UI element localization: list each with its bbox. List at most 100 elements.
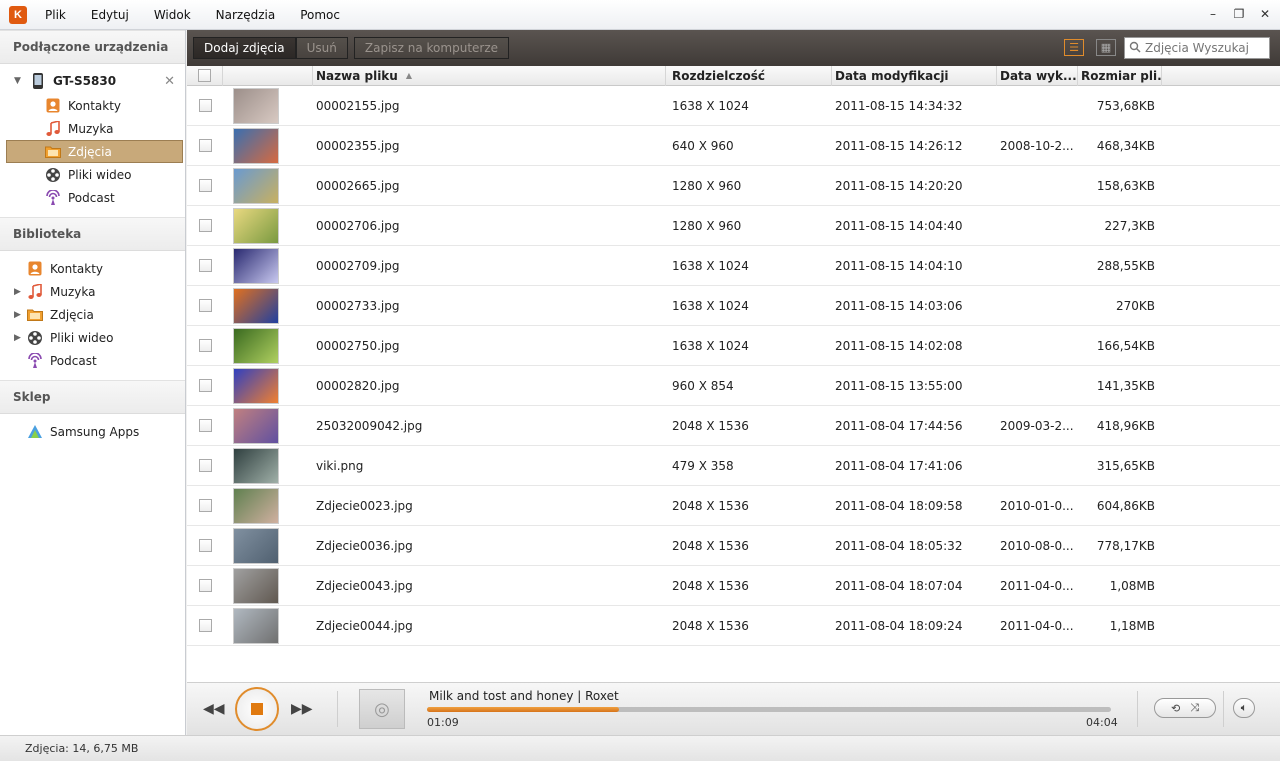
chevron-right-icon[interactable]: ▶ <box>14 333 21 343</box>
photo-thumbnail[interactable] <box>233 167 279 204</box>
column-header-filename[interactable]: Nazwa pliku ▲ <box>313 65 666 86</box>
row-checkbox[interactable] <box>198 99 212 112</box>
column-header-size[interactable]: Rozmiar pli... <box>1078 65 1162 86</box>
photo-thumbnail[interactable] <box>233 247 279 284</box>
music-icon <box>45 120 61 137</box>
chevron-right-icon[interactable]: ▶ <box>14 310 21 320</box>
device-item-2[interactable]: Zdjęcia <box>6 140 183 163</box>
row-checkbox[interactable] <box>198 459 212 472</box>
column-header-taken[interactable]: Data wyk... <box>997 65 1078 86</box>
library-item-0[interactable]: Kontakty <box>0 257 185 280</box>
photo-thumbnail[interactable] <box>233 327 279 364</box>
row-checkbox[interactable] <box>198 299 212 312</box>
resolution-cell: 1638 X 1024 <box>672 98 749 113</box>
add-photos-button[interactable]: Dodaj zdjęcia <box>193 37 296 59</box>
taken-cell <box>997 286 1078 326</box>
table-row[interactable]: 00002709.jpg 1638 X 1024 2011-08-15 14:04:… <box>187 246 1280 286</box>
row-checkbox[interactable] <box>198 539 212 552</box>
volume-icon[interactable]: 🔈︎ <box>1233 698 1255 718</box>
table-header: Nazwa pliku ▲ Rozdzielczość Data modyfik… <box>187 65 1280 86</box>
row-checkbox[interactable] <box>198 619 212 632</box>
photo-thumbnail[interactable] <box>233 127 279 164</box>
table-row[interactable]: 00002820.jpg 960 X 854 2011-08-15 13:55:00… <box>187 366 1280 406</box>
photo-thumbnail[interactable] <box>233 487 279 524</box>
row-checkbox[interactable] <box>198 339 212 352</box>
row-checkbox[interactable] <box>198 259 212 272</box>
stop-button[interactable] <box>235 687 279 731</box>
search-input[interactable] <box>1145 41 1265 55</box>
table-row[interactable]: 00002733.jpg 1638 X 1024 2011-08-15 14:03:… <box>187 286 1280 326</box>
podcast-icon <box>45 189 61 206</box>
table-row[interactable]: 00002750.jpg 1638 X 1024 2011-08-15 14:02:… <box>187 326 1280 366</box>
photo-thumbnail[interactable] <box>233 447 279 484</box>
menu-item-3[interactable]: Narzędzia <box>216 8 295 22</box>
disconnect-close-icon[interactable]: ✕ <box>164 74 175 89</box>
menu-item-2[interactable]: Widok <box>154 8 210 22</box>
row-checkbox[interactable] <box>198 379 212 392</box>
photo-thumbnail[interactable] <box>233 87 279 124</box>
device-item-4[interactable]: Podcast <box>0 186 185 209</box>
photo-thumbnail[interactable] <box>233 287 279 324</box>
table-row[interactable]: 00002155.jpg 1638 X 1024 2011-08-15 14:34:… <box>187 86 1280 126</box>
save-to-computer-button[interactable]: Zapisz na komputerze <box>353 37 510 59</box>
chevron-down-icon[interactable]: ▼ <box>14 76 21 86</box>
photo-thumbnail[interactable] <box>233 607 279 644</box>
library-item-3[interactable]: ▶ Pliki wideo <box>0 326 185 349</box>
photo-thumbnail[interactable] <box>233 367 279 404</box>
rewind-icon[interactable]: ◀◀ <box>203 701 225 717</box>
resolution-cell: 960 X 854 <box>672 378 734 393</box>
delete-button[interactable]: Usuń <box>295 37 348 59</box>
filename-cell: 00002155.jpg <box>316 98 400 113</box>
column-header-modified[interactable]: Data modyfikacji <box>832 65 997 86</box>
list-view-icon[interactable]: ☰ <box>1064 39 1084 56</box>
photo-thumbnail[interactable] <box>233 567 279 604</box>
menu-item-0[interactable]: Plik <box>45 8 85 22</box>
shuffle-icon[interactable]: ⤨ <box>1190 701 1199 715</box>
library-item-2[interactable]: ▶ Zdjęcia <box>0 303 185 326</box>
device-item-0[interactable]: Kontakty <box>0 94 185 117</box>
search-box[interactable] <box>1124 37 1270 59</box>
column-header-resolution[interactable]: Rozdzielczość <box>666 65 832 86</box>
row-checkbox[interactable] <box>198 419 212 432</box>
menu-item-4[interactable]: Pomoc <box>300 8 359 22</box>
row-checkbox[interactable] <box>198 579 212 592</box>
close-icon[interactable]: ✕ <box>1258 7 1272 21</box>
repeat-icon[interactable]: ⟲ <box>1171 702 1180 715</box>
photo-thumbnail[interactable] <box>233 407 279 444</box>
progress-bar[interactable] <box>427 707 1111 712</box>
row-checkbox[interactable] <box>198 139 212 152</box>
device-row[interactable]: ▼ GT-S5830 ✕ <box>0 68 185 94</box>
minimize-icon[interactable]: – <box>1206 7 1220 21</box>
table-row[interactable]: 00002706.jpg 1280 X 960 2011-08-15 14:04:4… <box>187 206 1280 246</box>
fast-forward-icon[interactable]: ▶▶ <box>291 701 313 717</box>
chevron-right-icon[interactable]: ▶ <box>14 287 21 297</box>
device-item-3[interactable]: Pliki wideo <box>0 163 185 186</box>
table-row[interactable]: Zdjecie0023.jpg 2048 X 1536 2011-08-04 18:… <box>187 486 1280 526</box>
table-body: 00002155.jpg 1638 X 1024 2011-08-15 14:34:… <box>187 86 1280 646</box>
row-checkbox-cell <box>187 206 223 246</box>
table-row[interactable]: 00002665.jpg 1280 X 960 2011-08-15 14:20:2… <box>187 166 1280 206</box>
library-item-4[interactable]: Podcast <box>0 349 185 372</box>
table-row[interactable]: Zdjecie0044.jpg 2048 X 1536 2011-08-04 18:… <box>187 606 1280 646</box>
row-checkbox[interactable] <box>198 219 212 232</box>
player-separator <box>337 691 338 727</box>
table-row[interactable]: 00002355.jpg 640 X 960 2011-08-15 14:26:12… <box>187 126 1280 166</box>
library-item-1[interactable]: ▶ Muzyka <box>0 280 185 303</box>
select-all-checkbox[interactable] <box>198 69 211 82</box>
device-item-1[interactable]: Muzyka <box>0 117 185 140</box>
shop-item-0[interactable]: Samsung Apps <box>0 420 185 443</box>
grid-view-icon[interactable]: ▦ <box>1096 39 1116 56</box>
photo-thumbnail[interactable] <box>233 527 279 564</box>
size-cell: 227,3KB <box>1104 218 1155 233</box>
menu-item-1[interactable]: Edytuj <box>91 8 148 22</box>
device-item-label: Zdjęcia <box>68 144 112 159</box>
table-row[interactable]: viki.png 479 X 358 2011-08-04 17:41:06 315,… <box>187 446 1280 486</box>
row-checkbox[interactable] <box>198 179 212 192</box>
table-row[interactable]: Zdjecie0036.jpg 2048 X 1536 2011-08-04 18:… <box>187 526 1280 566</box>
restore-icon[interactable]: ❐ <box>1232 7 1246 21</box>
progress-fill <box>427 707 619 712</box>
table-row[interactable]: Zdjecie0043.jpg 2048 X 1536 2011-08-04 18:… <box>187 566 1280 606</box>
table-row[interactable]: 25032009042.jpg 2048 X 1536 2011-08-04 17:… <box>187 406 1280 446</box>
photo-thumbnail[interactable] <box>233 207 279 244</box>
row-checkbox[interactable] <box>198 499 212 512</box>
